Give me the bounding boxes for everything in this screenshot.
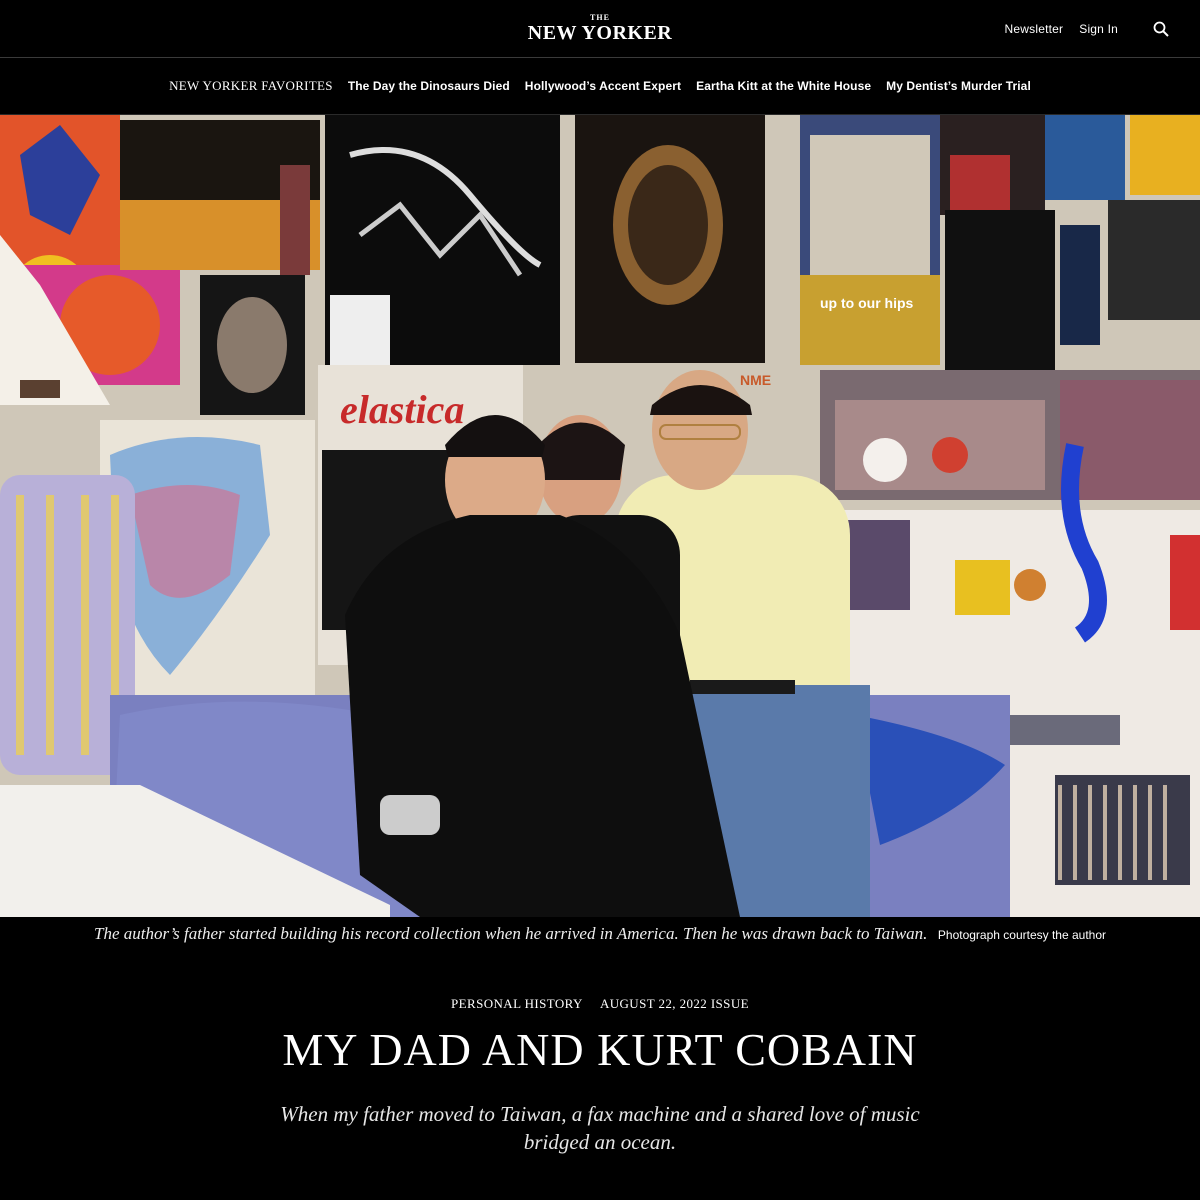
- poster-nme-text: NME: [740, 372, 771, 388]
- caption-text: The author’s father started building his…: [93, 924, 928, 943]
- header-actions: Newsletter Sign In: [1005, 0, 1176, 58]
- nav-item-dinosaurs[interactable]: The Day the Dinosaurs Died: [348, 79, 510, 93]
- sign-in-link[interactable]: Sign In: [1079, 22, 1118, 36]
- article-dek: When my father moved to Taiwan, a fax ma…: [280, 1102, 920, 1154]
- issue-link[interactable]: AUGUST 22, 2022 ISSUE: [600, 996, 749, 1011]
- rubric-link[interactable]: PERSONAL HISTORY: [451, 996, 582, 1011]
- poster-elastica-text: elastica: [340, 387, 464, 432]
- nav-section-title: NEW YORKER FAVORITES: [169, 78, 333, 93]
- site-header: THE NEW YORKER Newsletter Sign In: [0, 0, 1200, 58]
- article-meta: PERSONAL HISTORY AUGUST 22, 2022 ISSUE: [0, 996, 1200, 1012]
- article-headline: MY DAD AND KURT COBAIN: [282, 1024, 918, 1075]
- hero-photograph: elastica up to our hips NME: [0, 115, 1200, 917]
- nav-item-accent-expert[interactable]: Hollywood’s Accent Expert: [525, 79, 681, 93]
- search-icon[interactable]: [1146, 14, 1176, 44]
- photo-credit: Photograph courtesy the author: [937, 928, 1107, 942]
- poster-hips-text: up to our hips: [820, 295, 914, 311]
- nav-item-eartha-kitt[interactable]: Eartha Kitt at the White House: [696, 79, 871, 93]
- favorites-nav: NEW YORKER FAVORITES The Day the Dinosau…: [0, 58, 1200, 115]
- newsletter-link[interactable]: Newsletter: [1005, 22, 1064, 36]
- photo-caption: The author’s father started building his…: [0, 924, 1200, 944]
- nav-item-dentist-trial[interactable]: My Dentist’s Murder Trial: [886, 79, 1031, 93]
